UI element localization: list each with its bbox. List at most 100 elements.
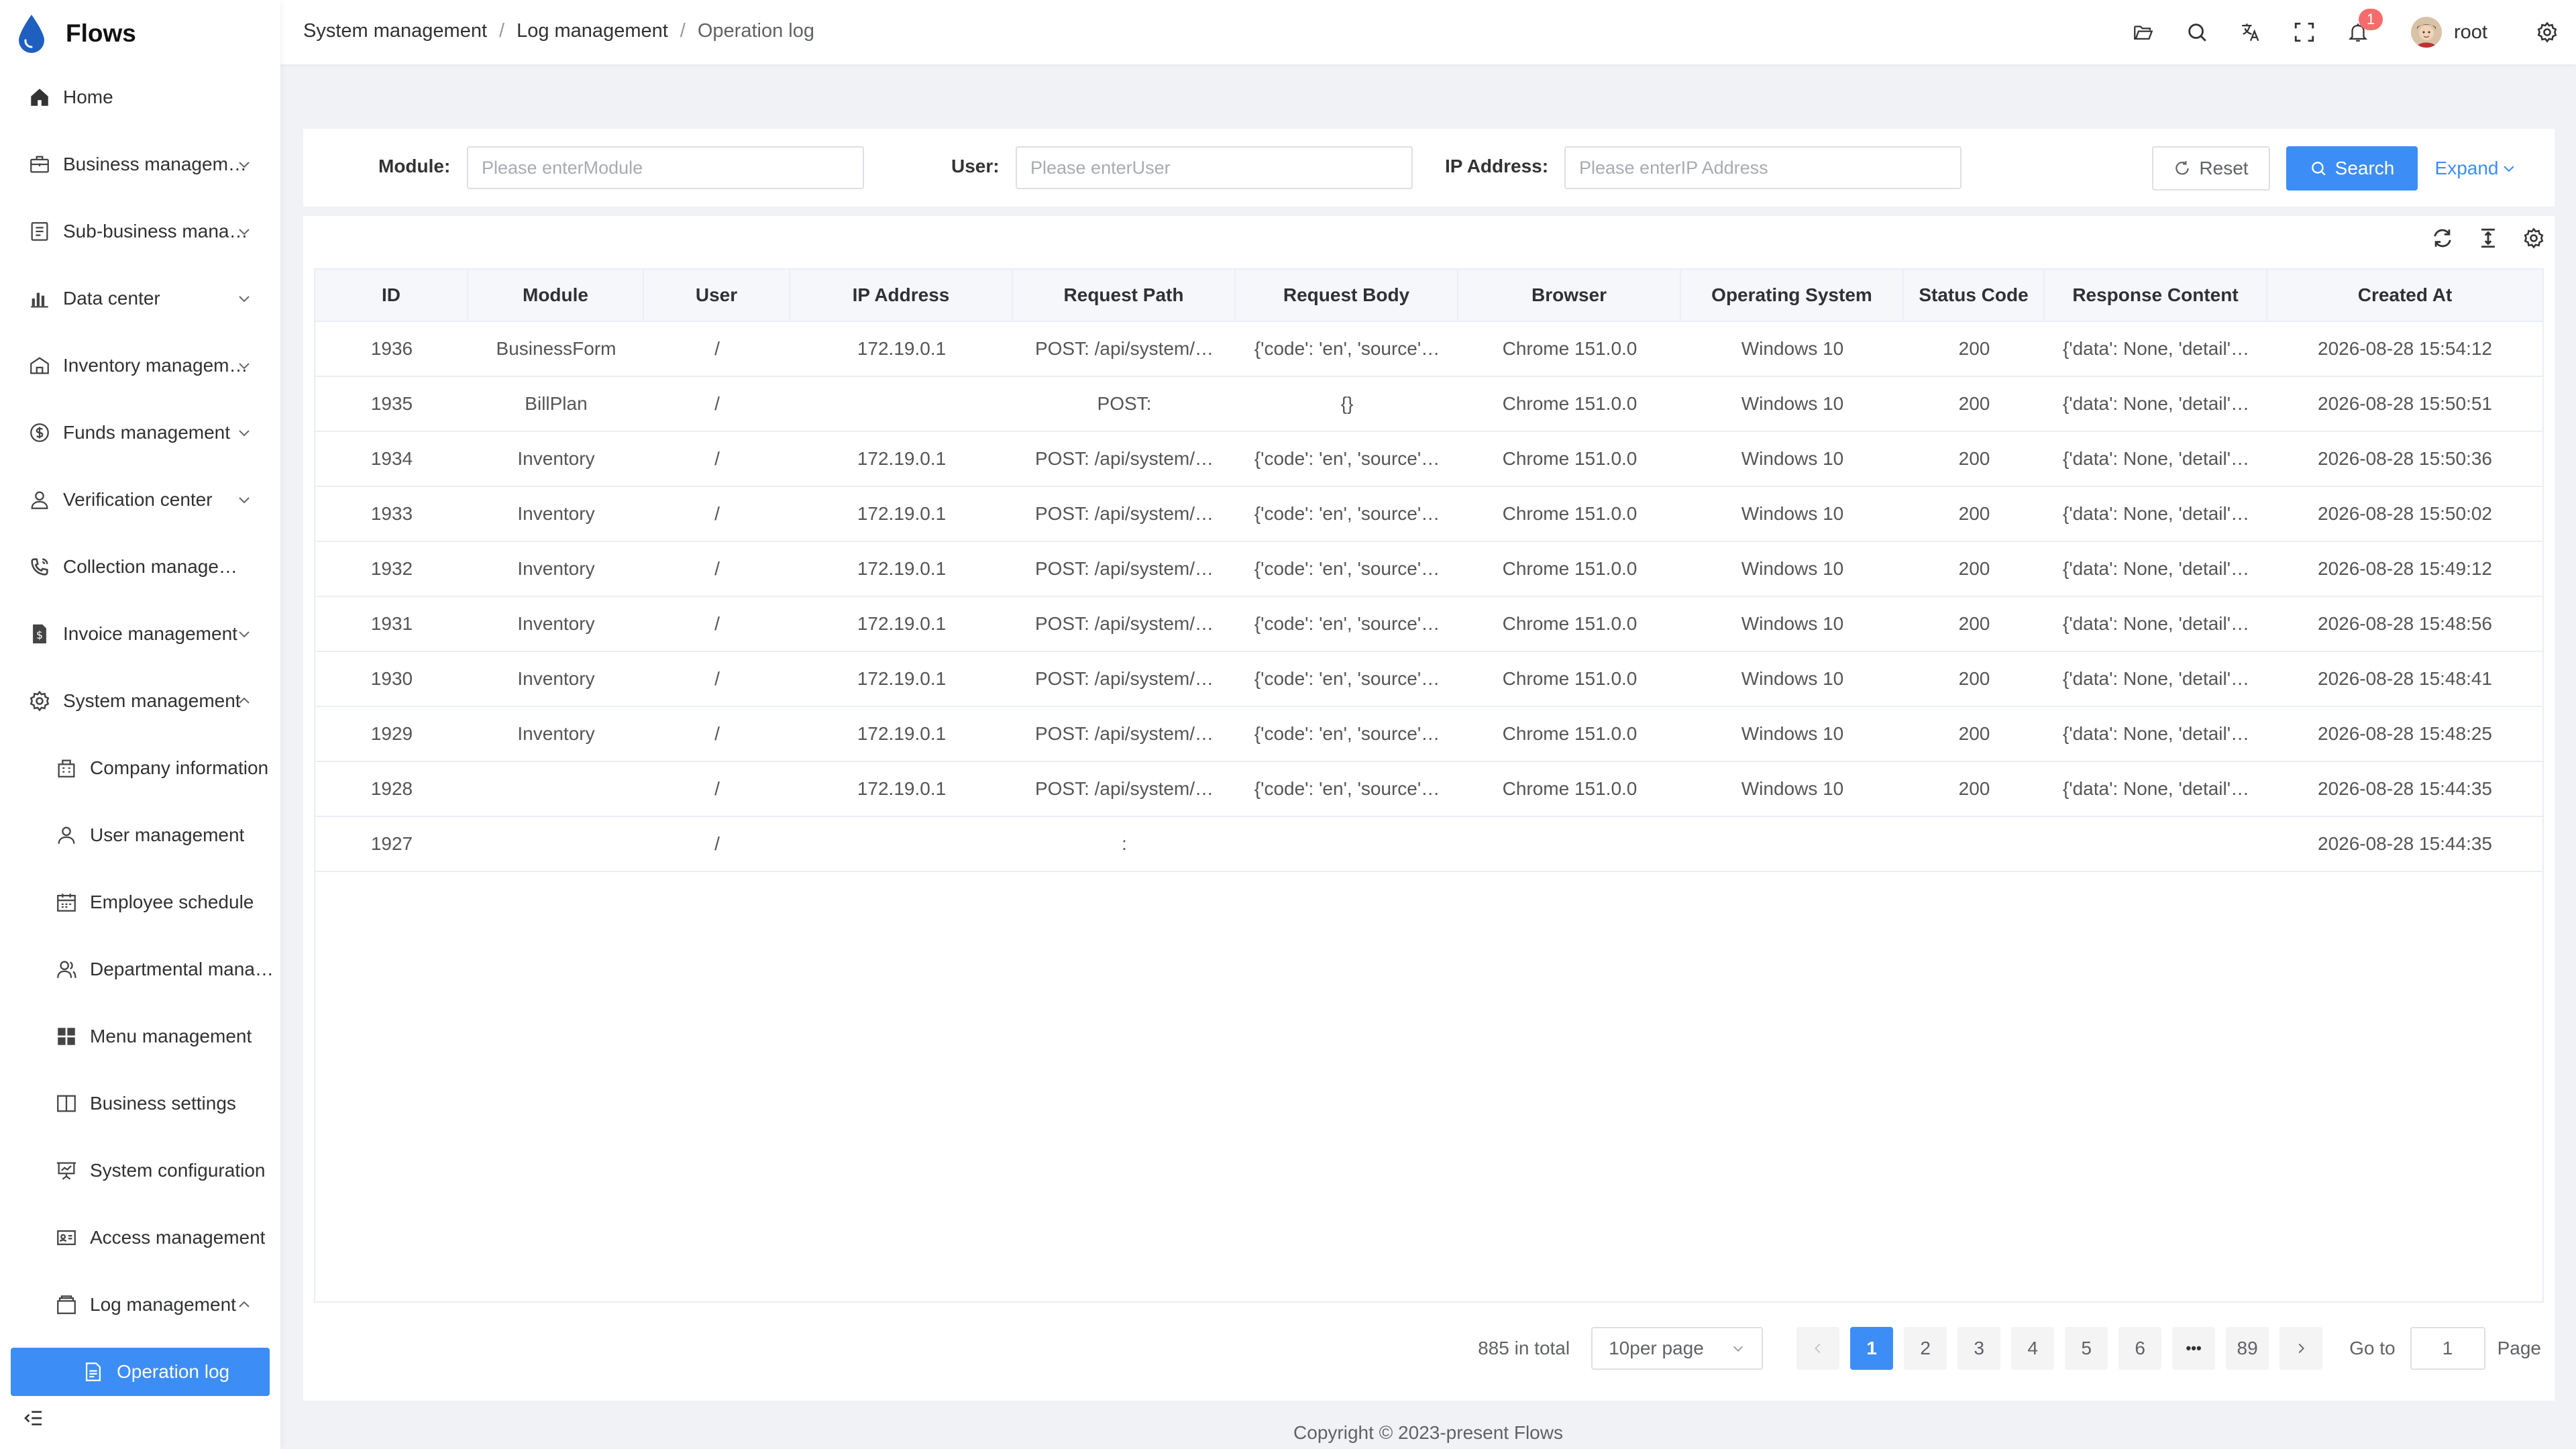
sidebar-item-invoice-management[interactable]: $ Invoice management [0,600,280,667]
refresh-icon[interactable] [2431,227,2454,250]
table-row[interactable]: 1927 /: 2026-08-28 15:44:35 [315,817,2542,872]
sidebar-item-home[interactable]: Home [0,64,280,131]
cell-text: Windows 10 [1741,338,1844,359]
cell-response-content: {'data': None, 'detail'… [2045,707,2267,761]
more-pages-button[interactable]: ••• [2172,1327,2216,1370]
page-button[interactable]: 1 [1850,1327,1894,1370]
table-row[interactable]: 1930 Inventory / 172.19.0.1 POST: /api/syste… [315,652,2542,707]
cell-text: 172.19.0.1 [857,668,947,689]
app-logo[interactable]: Flows [16,13,136,54]
cell-status-code: 200 [1904,432,2045,486]
column-header[interactable]: Module [468,270,644,321]
user-check-icon [31,491,48,509]
page-button[interactable]: 6 [2118,1327,2162,1370]
sidebar-item-system-configuration[interactable]: System configuration [0,1137,280,1204]
goto-label: Go to [2349,1338,2396,1358]
cell-text: 172.19.0.1 [857,723,947,744]
chevron-down-icon [239,363,250,370]
sidebar-item-inventory-management[interactable]: Inventory management [0,332,280,399]
translate-icon[interactable] [2239,21,2262,44]
sidebar-item-funds-management[interactable]: Funds management [0,399,280,466]
cell-status-code: 200 [1904,652,2045,706]
prev-page-button[interactable] [1796,1327,1840,1370]
sidebar-item-departmental-management[interactable]: Departmental management [0,936,280,1003]
table-row[interactable]: 1935 BillPlan / POST: {} Chrome 151.0.0 Window… [315,377,2542,432]
reset-button[interactable]: Reset [2152,146,2270,191]
user-input[interactable] [1016,146,1413,189]
cell-browser: Chrome 151.0.0 [1458,322,1681,376]
table-row[interactable]: 1933 Inventory / 172.19.0.1 POST: /api/syste… [315,487,2542,542]
collapse-sidebar-icon[interactable] [23,1407,44,1429]
table-row[interactable]: 1928 / 172.19.0.1 POST: /api/system/… {'code… [315,762,2542,817]
breadcrumb-item[interactable]: Log management [517,20,668,42]
page-button[interactable]: 89 [2226,1327,2269,1370]
column-header[interactable]: Created At [2267,270,2542,321]
search-icon[interactable] [2186,21,2208,44]
fullscreen-icon[interactable] [2293,21,2316,44]
ip-address-input[interactable] [1564,146,1962,189]
sidebar-item-menu-management[interactable]: Menu management [0,1003,280,1070]
cell-created-at: 2026-08-28 15:49:12 [2267,542,2542,596]
sidebar-item-business-management[interactable]: Business management [0,131,280,198]
table-row[interactable]: 1929 Inventory / 172.19.0.1 POST: /api/syste… [315,707,2542,762]
breadcrumb-item[interactable]: System management [303,20,487,42]
column-height-icon[interactable] [2477,227,2500,250]
table-row[interactable]: 1936 BusinessForm / 172.19.0.1 POST: /api/sy… [315,322,2542,377]
page-button[interactable]: 5 [2065,1327,2108,1370]
notification-bell[interactable]: 1 [2347,9,2383,44]
page-size-select[interactable]: 10per page [1591,1327,1764,1370]
cell-text: 1936 [370,338,413,359]
column-header[interactable]: Request Path [1013,270,1236,321]
column-header[interactable]: Response Content [2045,270,2267,321]
page-button[interactable]: 2 [1904,1327,1947,1370]
sidebar-item-log-management[interactable]: Log management [0,1271,280,1338]
sidebar-item-data-center[interactable]: Data center [0,265,280,332]
sidebar-item-operation-log[interactable]: Operation log [11,1348,270,1396]
column-header[interactable]: User [644,270,790,321]
cell-status-code: 200 [1904,322,2045,376]
cell-text: {'data': None, 'detail'… [2062,668,2250,689]
search-button[interactable]: Search [2286,146,2418,191]
table-row[interactable]: 1931 Inventory / 172.19.0.1 POST: /api/syste… [315,597,2542,652]
expand-button[interactable]: Expand [2432,146,2520,191]
settings-icon[interactable] [2522,227,2545,250]
cell-text: Inventory [517,558,595,579]
column-header[interactable]: Request Body [1236,270,1458,321]
module-input[interactable] [467,146,864,189]
column-header[interactable]: Browser [1458,270,1681,321]
column-header[interactable]: Status Code [1904,270,2045,321]
column-header[interactable]: ID [315,270,468,321]
user-menu[interactable]: root [2411,17,2487,48]
column-header[interactable]: IP Address [790,270,1013,321]
table-row[interactable]: 1934 Inventory / 172.19.0.1 POST: /api/syste… [315,432,2542,487]
sidebar-item-verification-center[interactable]: Verification center [0,466,280,533]
cell-status-code: 200 [1904,707,2045,761]
settings-gear-icon[interactable] [2536,21,2559,44]
cell-text: / [714,778,720,799]
sidebar-item-business-settings[interactable]: Business settings [0,1070,280,1137]
cell-browser: Chrome 151.0.0 [1458,762,1681,816]
page-button[interactable]: 4 [2011,1327,2055,1370]
sidebar-item-user-management[interactable]: User management [0,802,280,869]
next-page-button[interactable] [2279,1327,2323,1370]
file-text-icon [85,1362,101,1381]
page-button[interactable]: 3 [1957,1327,2001,1370]
folder-open-icon[interactable] [2132,21,2155,44]
sidebar-item-company-information[interactable]: Company information [0,735,280,802]
column-header[interactable]: Operating System [1681,270,1904,321]
cell-response-content: {'data': None, 'detail'… [2045,432,2267,486]
sidebar-item-access-management[interactable]: Access management [0,1204,280,1271]
cell-text: {'code': 'en', 'source'… [1254,723,1440,744]
sidebar-item-collection-management[interactable]: Collection management [0,533,280,600]
goto-page-input[interactable] [2410,1327,2485,1370]
cell-ip-address: 172.19.0.1 [790,762,1013,816]
cell-request-body: {'code': 'en', 'source'… [1236,652,1458,706]
cell-text: POST: /api/system/… [1034,558,1214,579]
table-row[interactable]: 1932 Inventory / 172.19.0.1 POST: /api/syste… [315,542,2542,597]
sidebar-item-label: Collection management [63,556,251,577]
sidebar-item-sub-business-management[interactable]: Sub-business management [0,198,280,265]
cell-id: 1929 [315,707,468,761]
sidebar-item-employee-schedule[interactable]: Employee schedule [0,869,280,936]
cell-request-path: POST: /api/system/… [1013,707,1236,761]
sidebar-item-system-management[interactable]: System management [0,667,280,735]
